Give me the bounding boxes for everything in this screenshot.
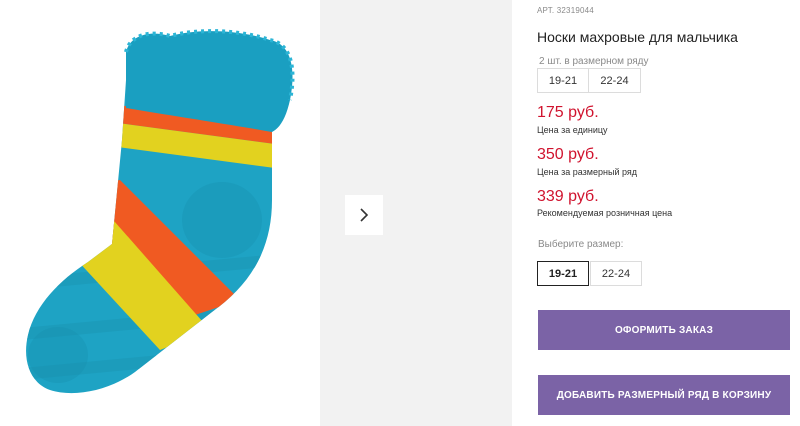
size-option-22-24[interactable]: 22-24	[590, 261, 642, 286]
pack-label: 2 шт. в размерном ряду	[539, 56, 649, 67]
pack-price: 350 руб.	[537, 146, 599, 163]
size-option-19-21[interactable]: 19-21	[537, 261, 589, 286]
sock-illustration	[26, 29, 295, 394]
product-gallery	[0, 0, 512, 426]
pack-size-list: 19-21 22-24	[537, 68, 641, 93]
size-select-label: Выберите размер:	[538, 239, 624, 250]
product-image[interactable]	[0, 0, 320, 426]
retail-price: 339 руб.	[537, 188, 599, 205]
product-title: Носки махровые для мальчика	[537, 29, 738, 45]
add-to-cart-button[interactable]: ДОБАВИТЬ РАЗМЕРНЫЙ РЯД В КОРЗИНУ	[538, 375, 790, 415]
product-info: АРТ. 32319044 Носки махровые для мальчик…	[537, 0, 800, 426]
pack-price-note: Цена за размерный ряд	[537, 167, 638, 177]
order-button[interactable]: ОФОРМИТЬ ЗАКАЗ	[538, 310, 790, 350]
unit-price-note: Цена за единицу	[537, 125, 608, 135]
next-image-button[interactable]	[345, 195, 383, 235]
article-number: АРТ. 32319044	[537, 6, 594, 15]
pack-size-item: 19-21	[537, 68, 589, 93]
size-selector: 19-21 22-24	[537, 261, 642, 286]
pack-size-item: 22-24	[589, 68, 641, 93]
retail-price-note: Рекомендуемая розничная цена	[537, 208, 673, 218]
unit-price: 175 руб.	[537, 104, 599, 121]
chevron-right-icon	[360, 208, 369, 222]
